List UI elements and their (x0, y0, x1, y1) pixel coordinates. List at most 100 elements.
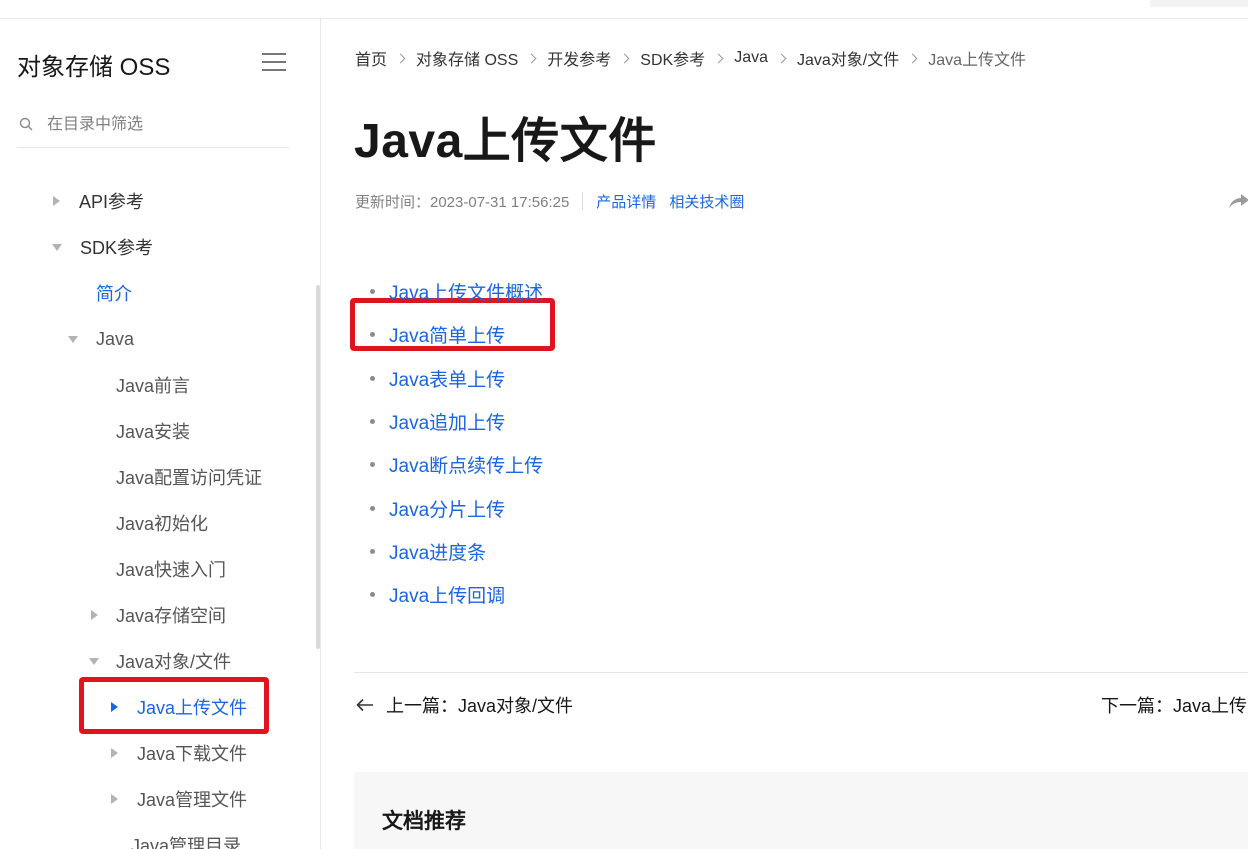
breadcrumb-item[interactable]: 开发参考 (547, 46, 611, 70)
toc-link[interactable]: Java断点续传上传 (389, 451, 543, 478)
breadcrumb-item[interactable]: 对象存储 OSS (416, 46, 518, 70)
page-meta: 更新时间：2023-07-31 17:56:25 产品详情 相关技术圈 (355, 190, 757, 212)
toc-item: Java断点续传上传 (370, 443, 543, 486)
sidebar-item-label: Java存储空间 (116, 606, 227, 626)
sidebar-item-label: Java配置访问凭证 (116, 468, 263, 488)
sidebar-item-java-download[interactable]: Java下载文件 (111, 738, 247, 768)
chevron-right-icon (776, 53, 787, 63)
collapse-icon (89, 657, 99, 665)
sidebar-scrollbar[interactable] (316, 285, 320, 649)
prev-article-link[interactable]: 上一篇：Java对象/文件 (356, 692, 573, 718)
sidebar-item-java-init[interactable]: Java初始化 (116, 508, 208, 538)
filter-input[interactable] (47, 113, 277, 137)
bullet-icon (370, 548, 375, 554)
meta-divider (582, 192, 584, 210)
expand-icon (91, 610, 98, 620)
bullet-icon (370, 289, 375, 295)
sidebar-item-label: Java初始化 (116, 514, 209, 534)
expand-icon (111, 748, 118, 758)
sidebar-item-java-preface[interactable]: Java前言 (116, 370, 190, 400)
toc-link[interactable]: Java追加上传 (389, 408, 505, 435)
sidebar-item-java-install[interactable]: Java安装 (116, 416, 190, 446)
breadcrumb-current: Java上传文件 (928, 52, 1027, 69)
toc-link[interactable]: Java分片上传 (389, 495, 505, 522)
top-bar (0, 0, 1248, 19)
sidebar-item-label: Java下载文件 (137, 744, 248, 764)
expand-icon (111, 702, 118, 712)
sidebar-item-label: Java前言 (116, 376, 191, 396)
toc-item: Java简单上传 (370, 313, 543, 356)
updated-time: 更新时间：2023-07-31 17:56:25 (355, 193, 570, 211)
sidebar-item-java-manage-dirs[interactable]: Java管理目录 (131, 830, 241, 849)
sidebar-item-java-credentials[interactable]: Java配置访问凭证 (116, 462, 262, 492)
sidebar-item-label: Java安装 (116, 422, 191, 442)
sidebar-item-java-object[interactable]: Java对象/文件 (89, 646, 231, 676)
breadcrumb-item[interactable]: 首页 (355, 46, 387, 70)
bullet-icon (370, 419, 375, 425)
breadcrumb-item[interactable]: Java (734, 49, 768, 67)
sidebar-item-java-quickstart[interactable]: Java快速入门 (116, 554, 226, 584)
sidebar-filter (17, 107, 289, 148)
toc-item: Java追加上传 (370, 400, 543, 443)
recommend-title: 文档推荐 (382, 810, 466, 833)
content-divider (354, 672, 1248, 673)
sidebar-item-label: 简介 (96, 284, 132, 304)
share-icon[interactable] (1228, 192, 1248, 210)
recommend-section: 文档推荐 (354, 772, 1248, 849)
bullet-icon (370, 375, 375, 381)
sidebar-title: 对象存储 OSS (17, 54, 171, 81)
breadcrumb: 首页 对象存储 OSS 开发参考 SDK参考 Java Java对象/文件 Ja… (355, 46, 1026, 70)
toc-link[interactable]: Java上传回调 (389, 581, 505, 608)
top-bar-search-box[interactable] (1150, 0, 1248, 7)
expand-icon (53, 196, 60, 206)
chevron-right-icon (526, 53, 537, 63)
tech-circle-link[interactable]: 相关技术圈 (669, 191, 744, 212)
toc-item: Java进度条 (370, 530, 543, 573)
collapse-icon (68, 335, 78, 343)
chevron-right-icon (619, 53, 630, 63)
sidebar-item-label: API参考 (79, 192, 145, 212)
sidebar-item-java-manage-files[interactable]: Java管理文件 (111, 784, 247, 814)
menu-icon[interactable] (262, 53, 286, 73)
product-details-link[interactable]: 产品详情 (596, 191, 656, 212)
sidebar-item-label: Java管理目录 (131, 836, 242, 849)
sidebar-item-java-bucket[interactable]: Java存储空间 (91, 600, 226, 630)
breadcrumb-item[interactable]: SDK参考 (640, 46, 705, 70)
page-title: Java上传文件 (354, 115, 657, 168)
toc-item: Java分片上传 (370, 486, 543, 529)
chevron-right-icon (395, 53, 406, 63)
toc-link[interactable]: Java进度条 (389, 538, 486, 565)
next-article-link[interactable]: 下一篇：Java上传文件概述 (1101, 692, 1248, 718)
toc-link[interactable]: Java表单上传 (389, 365, 505, 392)
toc-link[interactable]: Java简单上传 (389, 321, 505, 348)
bullet-icon (370, 505, 375, 511)
chevron-right-icon (907, 53, 918, 63)
toc-item: Java表单上传 (370, 357, 543, 400)
toc-link[interactable]: Java上传文件概述 (389, 278, 543, 305)
bullet-icon (370, 592, 375, 598)
toc-list: Java上传文件概述 Java简单上传 Java表单上传 Java追加上传 Ja… (370, 270, 543, 616)
sidebar-item-label: Java对象/文件 (116, 652, 232, 672)
bullet-icon (370, 332, 375, 338)
sidebar-item-api[interactable]: API参考 (53, 186, 144, 216)
collapse-icon (52, 243, 62, 251)
sidebar-item-java-upload[interactable]: Java上传文件 (111, 692, 247, 722)
sidebar-item-label: Java上传文件 (137, 698, 248, 718)
sidebar-item-label: Java管理文件 (137, 790, 248, 810)
sidebar-item-java[interactable]: Java (68, 324, 134, 354)
sidebar-item-sdk[interactable]: SDK参考 (52, 232, 153, 262)
sidebar-item-label: SDK参考 (80, 238, 154, 258)
breadcrumb-item[interactable]: Java对象/文件 (797, 46, 899, 70)
prev-article-label: 上一篇：Java对象/文件 (386, 696, 574, 716)
toc-item: Java上传回调 (370, 573, 543, 616)
sidebar-item-label: Java快速入门 (116, 560, 227, 580)
next-article-label: 下一篇：Java上传文件概述 (1101, 696, 1248, 716)
sidebar-item-intro[interactable]: 简介 (96, 278, 132, 308)
arrow-left-icon (356, 698, 373, 712)
chevron-right-icon (713, 53, 724, 63)
expand-icon (111, 794, 118, 804)
search-icon (19, 117, 33, 131)
sidebar-item-label: Java (96, 328, 135, 349)
bullet-icon (370, 462, 375, 468)
sidebar: 对象存储 OSS API参考 SDK参考 简介 Java Java前言 Java… (0, 19, 321, 849)
